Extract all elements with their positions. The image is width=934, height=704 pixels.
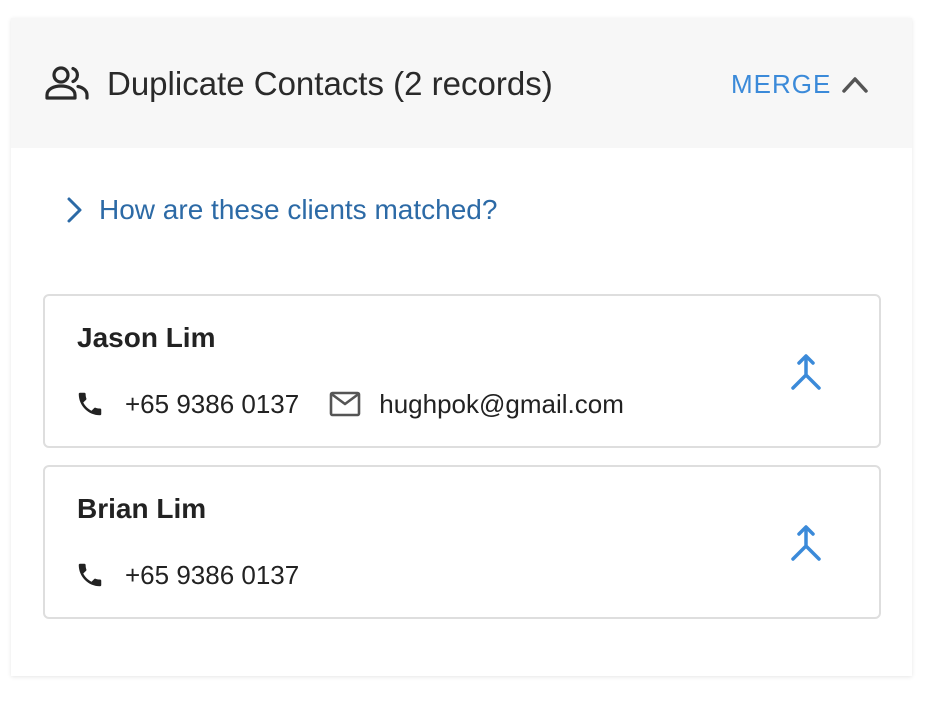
merge-icon[interactable] (789, 352, 823, 392)
chevron-up-icon[interactable] (839, 70, 871, 98)
match-link-label: How are these clients matched? (99, 194, 498, 225)
contact-name: Jason Lim (77, 322, 216, 353)
panel-title: Duplicate Contacts (2 records) (107, 65, 553, 102)
phone-number: +65 9386 0137 (125, 559, 300, 590)
people-icon (45, 66, 89, 100)
mail-icon (329, 391, 361, 417)
match-explanation-link[interactable]: How are these clients matched? (63, 190, 497, 230)
merge-button[interactable]: MERGE (731, 64, 831, 104)
panel-header: Duplicate Contacts (2 records) MERGE (11, 18, 912, 148)
duplicate-contacts-panel: Duplicate Contacts (2 records) MERGE How… (11, 18, 912, 676)
duplicate-record-card: Jason Lim +65 9386 0137 hughpok@gmail.co… (43, 294, 881, 448)
contact-details: +65 9386 0137 (75, 557, 299, 593)
duplicate-record-card: Brian Lim +65 9386 0137 (43, 465, 881, 619)
contact-details: +65 9386 0137 hughpok@gmail.com (75, 386, 624, 422)
phone-icon (78, 563, 102, 587)
contact-name: Brian Lim (77, 493, 207, 524)
phone-number: +65 9386 0137 (125, 388, 300, 419)
phone-icon (78, 392, 102, 416)
merge-icon[interactable] (789, 523, 823, 563)
email-address: hughpok@gmail.com (379, 388, 624, 419)
chevron-right-icon (67, 197, 82, 223)
